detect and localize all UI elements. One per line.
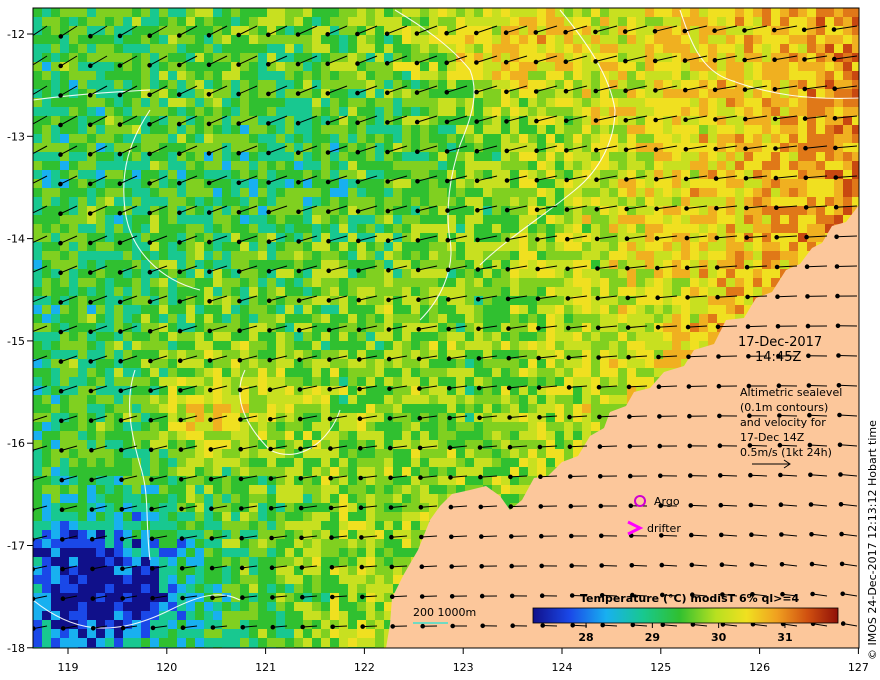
plot-area <box>33 8 859 648</box>
colorbar-tick-label: 31 <box>777 631 792 644</box>
info-line-4: 17-Dec 14Z <box>740 431 805 444</box>
x-axis-ticks: 119 120 121 122 123 124 125 126 127 <box>58 648 869 674</box>
y-tick-label: -18 <box>7 642 25 655</box>
x-tick-label: 125 <box>650 661 671 674</box>
bathymetry-label: 200 1000m <box>413 606 476 619</box>
x-tick-label: 123 <box>453 661 474 674</box>
drifter-label: drifter <box>647 522 681 535</box>
x-tick-label: 119 <box>58 661 79 674</box>
x-tick-label: 124 <box>552 661 573 674</box>
sst-map: 119 120 121 122 123 124 125 126 127 -12 -13 -14 -15… <box>7 7 869 674</box>
argo-label: Argo <box>654 495 680 508</box>
y-tick-label: -17 <box>7 540 25 553</box>
x-tick-label: 122 <box>354 661 375 674</box>
info-line-2: (0.1m contours) <box>740 401 828 414</box>
x-tick-label: 121 <box>255 661 276 674</box>
time-label: 14:45Z <box>755 350 801 365</box>
colorbar-tick-label: 29 <box>645 631 660 644</box>
info-line-1: Altimetric sealevel <box>740 386 842 399</box>
x-tick-label: 127 <box>848 661 869 674</box>
colorbar-tick-label: 28 <box>578 631 593 644</box>
colorbar-ramp <box>532 607 839 624</box>
x-tick-label: 126 <box>749 661 770 674</box>
date-label: 17-Dec-2017 <box>738 335 822 350</box>
x-tick-label: 120 <box>156 661 177 674</box>
y-axis-ticks: -12 -13 -14 -15 -16 -17 -18 <box>7 28 33 655</box>
y-tick-label: -13 <box>7 130 25 143</box>
y-tick-label: -14 <box>7 233 25 246</box>
colorbar-tick-label: 30 <box>711 631 727 644</box>
colorbar-title: Temperature (°C) modisT 6% ql>=4 <box>580 592 800 605</box>
y-tick-label: -16 <box>7 437 25 450</box>
y-tick-label: -12 <box>7 28 25 41</box>
credit-label: © IMOS 24-Dec-2017 12:13:12 Hobart time <box>866 420 879 660</box>
y-tick-label: -15 <box>7 335 25 348</box>
info-line-5: 0.5m/s (1kt 24h) <box>740 446 832 459</box>
info-line-3: and velocity for <box>740 416 826 429</box>
